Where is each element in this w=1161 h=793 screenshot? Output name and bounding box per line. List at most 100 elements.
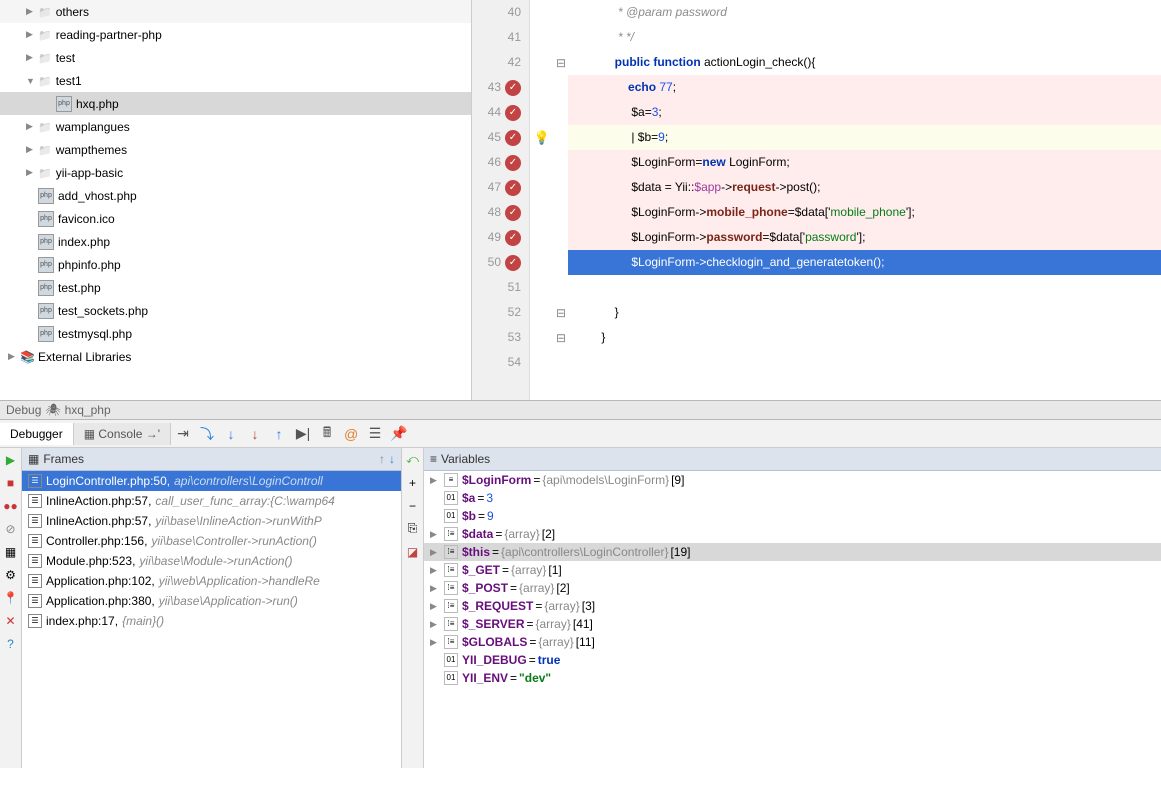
code-line[interactable] <box>568 275 1161 300</box>
expand-arrow-icon[interactable]: ▶ <box>26 29 38 40</box>
expand-arrow-icon[interactable]: ▶ <box>26 144 38 155</box>
expand-arrow-icon[interactable]: ▶ <box>430 547 442 558</box>
code-line[interactable]: $LoginForm=new LoginForm; <box>568 150 1161 175</box>
code-line[interactable]: $LoginForm->mobile_phone=$data['mobile_p… <box>568 200 1161 225</box>
settings-icon[interactable]: ☰ <box>363 422 387 446</box>
help-icon[interactable]: ? <box>0 632 21 655</box>
error-marker-icon[interactable]: ✓ <box>505 105 521 121</box>
pin-icon[interactable]: 📌 <box>387 422 411 446</box>
tree-item[interactable]: ▶wamplangues <box>0 115 471 138</box>
variable-row[interactable]: ▶⁞≡$_POST = {array} [2] <box>424 579 1161 597</box>
restore-layout-icon[interactable]: ⤺ <box>402 448 423 471</box>
tree-item[interactable]: phphxq.php <box>0 92 471 115</box>
variable-row[interactable]: ▶⁞≡$_GET = {array} [1] <box>424 561 1161 579</box>
remove-watch-icon[interactable]: − <box>402 494 423 517</box>
stack-frame[interactable]: ☰Controller.php:156, yii\base\Controller… <box>22 531 401 551</box>
expand-arrow-icon[interactable]: ▶ <box>430 601 442 612</box>
tree-item[interactable]: ▶reading-partner-php <box>0 23 471 46</box>
error-marker-icon[interactable]: ✓ <box>505 255 521 271</box>
code-line[interactable]: | $b=9; <box>568 125 1161 150</box>
expand-arrow-icon[interactable]: ▶ <box>26 52 38 63</box>
error-marker-icon[interactable]: ✓ <box>505 155 521 171</box>
variable-row[interactable]: 01YII_DEBUG = true <box>424 651 1161 669</box>
tree-item[interactable]: ▼test1 <box>0 69 471 92</box>
fold-icon[interactable]: ⊟ <box>556 56 566 70</box>
code-line[interactable] <box>568 350 1161 375</box>
stack-frame[interactable]: ☰Application.php:380, yii\base\Applicati… <box>22 591 401 611</box>
variable-row[interactable]: ▶⁞≡$this = {api\controllers\LoginControl… <box>424 543 1161 561</box>
tree-item[interactable]: phpadd_vhost.php <box>0 184 471 207</box>
pin-tab-icon[interactable]: 📍 <box>0 586 21 609</box>
tab-debugger[interactable]: Debugger <box>0 423 74 445</box>
expand-arrow-icon[interactable]: ▶ <box>26 6 38 17</box>
variable-row[interactable]: 01$b = 9 <box>424 507 1161 525</box>
layout-icon[interactable]: ▦ <box>0 540 21 563</box>
variable-row[interactable]: ▶≡$LoginForm = {api\models\LoginForm} [9… <box>424 471 1161 489</box>
show-watches-icon[interactable]: ◪ <box>402 540 423 563</box>
code-editor[interactable]: 40414243✓44✓45✓46✓47✓48✓49✓50✓51525354 💡… <box>472 0 1161 400</box>
error-marker-icon[interactable]: ✓ <box>505 130 521 146</box>
stack-frame[interactable]: ☰InlineAction.php:57, call_user_func_arr… <box>22 491 401 511</box>
variable-row[interactable]: ▶⁞≡$data = {array} [2] <box>424 525 1161 543</box>
project-tree[interactable]: ▶others▶reading-partner-php▶test▼test1ph… <box>0 0 472 400</box>
code-line[interactable]: $LoginForm->password=$data['password']; <box>568 225 1161 250</box>
code-line[interactable]: $LoginForm->checklogin_and_generatetoken… <box>568 250 1161 275</box>
code-line[interactable]: $data = Yii::$app->request->post(); <box>568 175 1161 200</box>
error-marker-icon[interactable]: ✓ <box>505 230 521 246</box>
tab-console[interactable]: ▦ Console →' <box>74 423 171 445</box>
step-over-icon[interactable]: ⤵ <box>195 422 219 446</box>
stack-frame[interactable]: ☰Application.php:102, yii\web\Applicatio… <box>22 571 401 591</box>
expand-arrow-icon[interactable]: ▶ <box>430 565 442 576</box>
stack-frame[interactable]: ☰Module.php:523, yii\base\Module->runAct… <box>22 551 401 571</box>
expand-arrow-icon[interactable]: ▶ <box>430 583 442 594</box>
error-marker-icon[interactable]: ✓ <box>505 205 521 221</box>
tree-item[interactable]: phptest_sockets.php <box>0 299 471 322</box>
code-line[interactable]: public function actionLogin_check(){ <box>568 50 1161 75</box>
stop-icon[interactable]: ■ <box>0 471 21 494</box>
code-line[interactable]: } <box>568 325 1161 350</box>
tree-item[interactable]: phptest.php <box>0 276 471 299</box>
close-icon[interactable]: ✕ <box>0 609 21 632</box>
error-marker-icon[interactable]: ✓ <box>505 180 521 196</box>
error-marker-icon[interactable]: ✓ <box>505 80 521 96</box>
frame-up-icon[interactable]: ↑ <box>379 452 385 466</box>
variable-row[interactable]: ▶⁞≡$_SERVER = {array} [41] <box>424 615 1161 633</box>
stack-frame[interactable]: ☰LoginController.php:50, api\controllers… <box>22 471 401 491</box>
code-line[interactable]: $a=3; <box>568 100 1161 125</box>
variable-row[interactable]: 01YII_ENV = "dev" <box>424 669 1161 687</box>
tree-item[interactable]: ▶test <box>0 46 471 69</box>
at-symbol-icon[interactable]: @ <box>339 422 363 446</box>
tree-item[interactable]: phpphpinfo.php <box>0 253 471 276</box>
variable-row[interactable]: ▶⁞≡$GLOBALS = {array} [11] <box>424 633 1161 651</box>
run-to-cursor-icon[interactable]: ▶| <box>291 422 315 446</box>
gear-icon[interactable]: ⚙ <box>0 563 21 586</box>
tree-item[interactable]: phpindex.php <box>0 230 471 253</box>
variable-row[interactable]: 01$a = 3 <box>424 489 1161 507</box>
tree-item[interactable]: phptestmysql.php <box>0 322 471 345</box>
tree-item[interactable]: ▶📚External Libraries <box>0 345 471 368</box>
stack-frame[interactable]: ☰index.php:17, {main}() <box>22 611 401 631</box>
mute-breakpoints-icon[interactable]: ⊘ <box>0 517 21 540</box>
tree-item[interactable]: ▶wampthemes <box>0 138 471 161</box>
expand-arrow-icon[interactable]: ▼ <box>26 76 38 86</box>
force-step-into-icon[interactable]: ↓ <box>243 422 267 446</box>
expand-arrow-icon[interactable]: ▶ <box>26 167 38 178</box>
new-watch-icon[interactable]: + <box>402 471 423 494</box>
step-into-icon[interactable]: ↓ <box>219 422 243 446</box>
show-exec-point-icon[interactable]: ⇥ <box>171 422 195 446</box>
expand-arrow-icon[interactable]: ▶ <box>430 619 442 630</box>
view-breakpoints-icon[interactable]: ●● <box>0 494 21 517</box>
intention-bulb-icon[interactable]: 💡 <box>534 130 550 146</box>
expand-arrow-icon[interactable]: ▶ <box>430 637 442 648</box>
tree-item[interactable]: phpfavicon.ico <box>0 207 471 230</box>
fold-icon[interactable]: ⊟ <box>556 306 566 320</box>
code-line[interactable]: echo 77; <box>568 75 1161 100</box>
stack-frame[interactable]: ☰InlineAction.php:57, yii\base\InlineAct… <box>22 511 401 531</box>
evaluate-expression-icon[interactable]: 🖩 <box>315 422 339 446</box>
code-line[interactable]: * */ <box>568 25 1161 50</box>
expand-arrow-icon[interactable]: ▶ <box>430 529 442 540</box>
resume-icon[interactable]: ▶ <box>0 448 21 471</box>
frame-down-icon[interactable]: ↓ <box>389 452 395 466</box>
expand-arrow-icon[interactable]: ▶ <box>26 121 38 132</box>
duplicate-watch-icon[interactable]: ⎘ <box>402 517 423 540</box>
